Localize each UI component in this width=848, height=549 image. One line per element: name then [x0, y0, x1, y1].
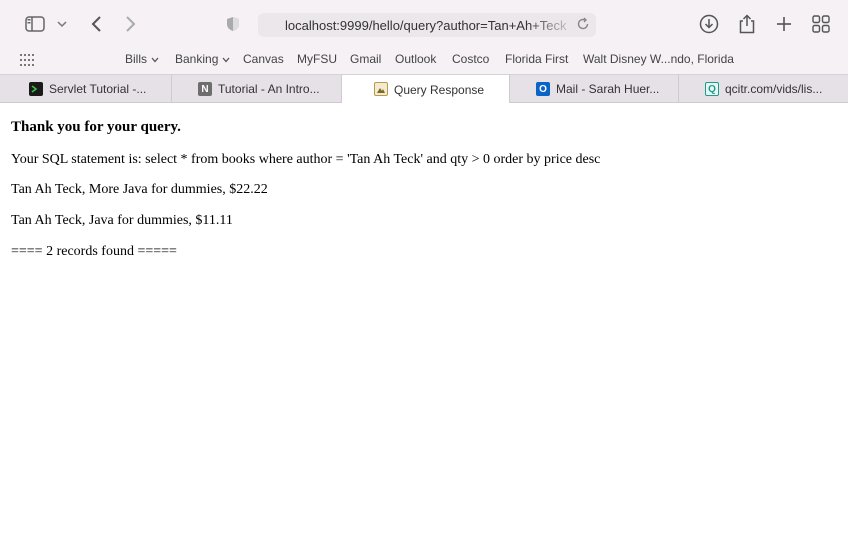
apps-grid-icon[interactable] — [20, 54, 34, 66]
bookmark-canvas[interactable]: Canvas — [243, 52, 284, 66]
privacy-shield-icon[interactable] — [224, 12, 242, 36]
chevron-down-icon — [222, 52, 230, 66]
bookmark-florida-first[interactable]: Florida First — [505, 52, 568, 66]
share-icon[interactable] — [737, 12, 757, 36]
plus-icon[interactable] — [774, 12, 794, 36]
back-arrow-icon[interactable] — [86, 12, 106, 36]
sql-statement: Your SQL statement is: select * from boo… — [11, 152, 601, 167]
n-favicon-icon: N — [198, 82, 212, 96]
reload-icon[interactable] — [576, 17, 590, 34]
bookmark-folder-bills[interactable]: Bills — [125, 52, 159, 66]
bookmark-myfsu[interactable]: MyFSU — [297, 52, 337, 66]
bookmarks-bar: Bills Banking Canvas MyFSU Gmail Outlook… — [0, 48, 848, 74]
record-row: Tan Ah Teck, Java for dummies, $11.11 — [11, 213, 233, 228]
bookmark-walt-disney[interactable]: Walt Disney W...ndo, Florida — [583, 52, 734, 66]
tab-query-response[interactable]: Query Response — [342, 75, 510, 104]
sidebar-icon[interactable] — [24, 12, 46, 36]
tab-label: qcitr.com/vids/lis... — [725, 82, 823, 96]
q-favicon-icon: Q — [705, 82, 719, 96]
tab-label: Servlet Tutorial -... — [49, 82, 147, 96]
tab-bar: Servlet Tutorial -... N Tutorial - An In… — [0, 74, 848, 104]
tab-mail[interactable]: O Mail - Sarah Huer... — [510, 75, 679, 103]
tab-servlet-tutorial[interactable]: Servlet Tutorial -... — [0, 75, 172, 103]
outlook-favicon-icon: O — [536, 82, 550, 96]
bookmark-costco[interactable]: Costco — [452, 52, 489, 66]
browser-toolbar: localhost:9999/hello/query?author=Tan+Ah… — [0, 0, 848, 48]
bookmark-gmail[interactable]: Gmail — [350, 52, 381, 66]
page-content: Thank you for your query. Your SQL state… — [0, 103, 848, 549]
tab-qcitr[interactable]: Q qcitr.com/vids/lis... — [679, 75, 848, 103]
tab-label: Mail - Sarah Huer... — [556, 82, 660, 96]
url-text: localhost:9999/hello/query?author=Tan+Ah… — [285, 17, 567, 33]
address-bar[interactable]: localhost:9999/hello/query?author=Tan+Ah… — [258, 13, 596, 37]
grid-icon[interactable] — [811, 12, 831, 36]
page-heading: Thank you for your query. — [11, 119, 181, 135]
chevron-down-icon[interactable] — [56, 12, 68, 36]
record-row: Tan Ah Teck, More Java for dummies, $22.… — [11, 182, 268, 197]
forward-arrow-icon[interactable] — [121, 12, 141, 36]
tab-tutorial-intro[interactable]: N Tutorial - An Intro... — [172, 75, 342, 103]
bookmark-folder-banking[interactable]: Banking — [175, 52, 230, 66]
download-icon[interactable] — [698, 12, 720, 36]
bookmark-label: Bills — [125, 52, 148, 66]
bookmark-outlook[interactable]: Outlook — [395, 52, 436, 66]
chevron-down-icon — [151, 52, 159, 66]
tab-label: Query Response — [394, 82, 485, 97]
tab-label: Tutorial - An Intro... — [218, 82, 320, 96]
terminal-favicon-icon — [29, 82, 43, 96]
records-summary: ==== 2 records found ===== — [11, 244, 177, 259]
bookmark-label: Banking — [175, 52, 219, 66]
image-favicon-icon — [374, 82, 388, 96]
